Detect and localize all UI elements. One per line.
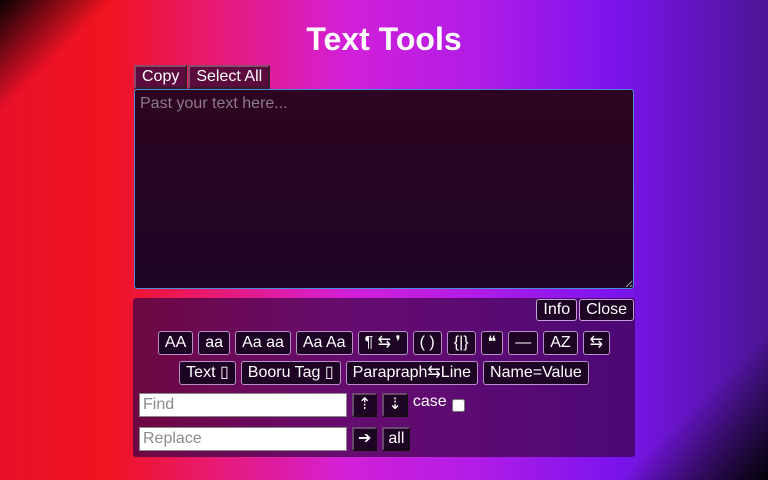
find-previous-button[interactable]: ⇡ xyxy=(352,393,378,417)
replace-all-button[interactable]: all xyxy=(382,427,411,451)
underscore-button[interactable]: ⎯⎯ xyxy=(508,331,539,355)
find-row: ⇡ ⇣ case xyxy=(139,393,465,417)
case-checkbox[interactable] xyxy=(451,398,465,412)
find-next-button[interactable]: ⇣ xyxy=(382,393,408,417)
name-value-button[interactable]: Name=Value xyxy=(483,361,589,385)
uppercase-button[interactable]: AA xyxy=(157,331,194,355)
transform-buttons-row: AA aa Aa aa Aa Aa ¶ ⇆ ❜ ( ) {|} ❝ ⎯⎯ AZ … xyxy=(133,331,635,355)
close-button[interactable]: Close xyxy=(579,299,634,321)
case-label: case xyxy=(412,393,447,410)
paragraph-comma-button[interactable]: ¶ ⇆ ❜ xyxy=(357,331,408,355)
format-buttons-row: Text ▯ Booru Tag ▯ Parapraph⇆Line Name=V… xyxy=(133,361,635,385)
replace-input[interactable] xyxy=(139,427,347,451)
quote-button[interactable]: ❝ xyxy=(480,331,504,355)
text-editor[interactable] xyxy=(134,89,634,289)
editor-toolbar: Copy Select All xyxy=(134,65,271,89)
paragraph-line-button[interactable]: Parapraph⇆Line xyxy=(345,361,479,385)
parentheses-button[interactable]: ( ) xyxy=(412,331,442,355)
page-title: Text Tools xyxy=(306,21,462,57)
booru-tag-button[interactable]: Booru Tag ▯ xyxy=(240,361,341,385)
title-case-button[interactable]: Aa Aa xyxy=(295,331,353,355)
copy-button[interactable]: Copy xyxy=(134,65,188,89)
replace-row: ➔ all xyxy=(139,427,411,451)
panel-header-buttons: Info Close xyxy=(536,299,634,321)
tools-panel: Info Close AA aa Aa aa Aa Aa ¶ ⇆ ❜ ( ) {… xyxy=(133,298,635,457)
find-input[interactable] xyxy=(139,393,347,417)
lowercase-button[interactable]: aa xyxy=(198,331,231,355)
text-button[interactable]: Text ▯ xyxy=(179,361,236,385)
swap-button[interactable]: ⇆ xyxy=(582,331,611,355)
braces-button[interactable]: {|} xyxy=(446,331,476,355)
replace-button[interactable]: ➔ xyxy=(352,427,378,451)
sort-az-button[interactable]: AZ xyxy=(543,331,578,355)
sentence-case-button[interactable]: Aa aa xyxy=(235,331,291,355)
select-all-button[interactable]: Select All xyxy=(188,65,271,89)
info-button[interactable]: Info xyxy=(536,299,578,321)
